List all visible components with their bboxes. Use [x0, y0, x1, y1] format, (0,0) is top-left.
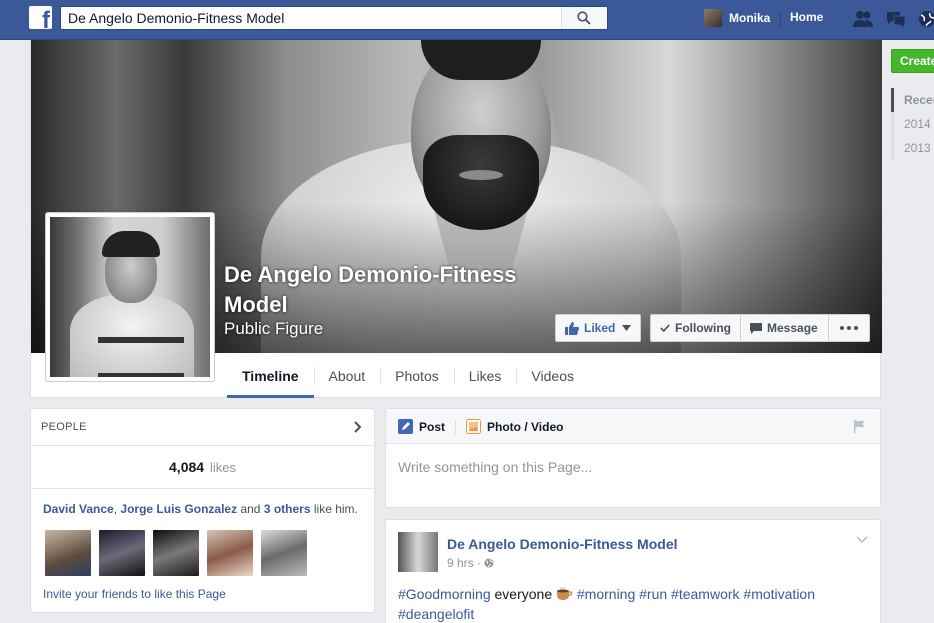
search-input[interactable] — [61, 7, 561, 29]
post-timestamp[interactable]: 9 hrs — [447, 556, 474, 570]
photo-icon — [466, 419, 481, 434]
friend-thumbnails — [45, 530, 315, 576]
search-box — [60, 6, 608, 30]
friend-avatar[interactable] — [261, 530, 307, 576]
chevron-down-icon[interactable] — [856, 536, 868, 544]
likes-number: 4,084 — [169, 459, 205, 475]
separator-comma: , — [113, 502, 118, 516]
profile-figure-cap — [102, 231, 160, 257]
likes-word: likes — [209, 460, 236, 475]
hashtag-link[interactable]: #deangelofit — [398, 606, 474, 622]
page-category: Public Figure — [224, 319, 324, 338]
message-label: Message — [767, 321, 818, 335]
meta-dot: · — [476, 556, 481, 570]
globe-icon[interactable] — [484, 558, 494, 568]
avatar — [704, 9, 722, 27]
friend-avatar[interactable] — [45, 530, 91, 576]
people-header[interactable]: PEOPLE — [31, 409, 374, 446]
profile-picture[interactable] — [45, 212, 215, 382]
tab-timeline[interactable]: Timeline — [227, 353, 314, 398]
post-composer: Post Photo / Video Write something on th… — [385, 408, 881, 508]
facebook-logo-icon[interactable]: f — [29, 6, 52, 29]
like-him-text: like him. — [313, 502, 358, 516]
chevron-right-icon[interactable] — [354, 421, 362, 433]
friends-who-like: David Vance, Jorge Luis Gonzalez and 3 o… — [31, 489, 374, 516]
composer-tab-photo-video[interactable]: Photo / Video — [466, 419, 563, 434]
messages-icon[interactable] — [885, 9, 907, 29]
liked-label: Liked — [584, 321, 616, 335]
top-user-name: Monika — [729, 11, 771, 25]
friend-avatar[interactable] — [153, 530, 199, 576]
search-icon — [577, 11, 591, 25]
page-header: De Angelo Demonio-Fitness Model Public F… — [30, 40, 882, 398]
page-title[interactable]: De Angelo Demonio-Fitness Model — [224, 260, 584, 320]
year-item-recent[interactable]: Recent — [891, 88, 934, 112]
and-text: and — [240, 502, 261, 516]
hashtag-link[interactable]: #Goodmorning — [398, 586, 491, 602]
composer-tabs: Post Photo / Video — [386, 409, 880, 444]
post-author-link[interactable]: De Angelo Demonio-Fitness Model — [447, 536, 678, 552]
thumbs-up-icon — [565, 321, 579, 335]
home-link[interactable]: Home — [790, 10, 823, 24]
timeline-year-nav: Recent 2014 2013 — [891, 88, 934, 160]
friend-requests-icon[interactable] — [852, 9, 874, 29]
tab-videos[interactable]: Videos — [516, 353, 589, 398]
year-item-2013[interactable]: 2013 — [891, 136, 934, 160]
people-title: PEOPLE — [41, 421, 87, 433]
people-card: PEOPLE 4,084 likes David Vance, Jorge Lu… — [30, 408, 375, 613]
more-dots-icon — [840, 326, 858, 330]
caret-down-icon — [622, 325, 632, 331]
year-item-2014[interactable]: 2014 — [891, 112, 934, 136]
post-text-plain: everyone — [490, 586, 556, 602]
top-user-link[interactable]: Monika — [704, 9, 770, 27]
profile-picture-image — [50, 217, 210, 377]
message-button[interactable]: Message — [740, 314, 829, 342]
feed-post: De Angelo Demonio-Fitness Model 9 hrs · … — [385, 519, 881, 623]
others-link[interactable]: 3 others — [264, 502, 311, 516]
search-button[interactable] — [561, 7, 607, 29]
post-text: #Goodmorning everyone #morning #run #tea… — [398, 584, 868, 623]
post-meta: 9 hrs · — [447, 556, 494, 570]
liked-button[interactable]: Liked — [555, 314, 642, 342]
cover-figure-mouth — [459, 170, 503, 180]
composer-tab-photo-label: Photo / Video — [487, 419, 564, 434]
notifications-globe-icon[interactable] — [916, 9, 934, 29]
divider — [455, 420, 456, 434]
pencil-icon — [398, 419, 413, 434]
invite-friends-link[interactable]: Invite your friends to like this Page — [43, 587, 226, 601]
coffee-emoji-icon — [557, 586, 573, 600]
composer-input[interactable]: Write something on this Page... — [398, 459, 592, 475]
message-icon — [750, 322, 762, 334]
friend-avatar[interactable] — [99, 530, 145, 576]
tab-about[interactable]: About — [313, 353, 381, 398]
page-tabs: Timeline About Photos Likes Videos — [227, 353, 589, 398]
friend-link-1[interactable]: David Vance — [43, 502, 114, 516]
hashtag-links[interactable]: #morning #run #teamwork #motivation — [573, 586, 815, 602]
tab-likes[interactable]: Likes — [453, 353, 517, 398]
following-label: Following — [675, 321, 731, 335]
composer-tab-post-label: Post — [419, 419, 446, 434]
post-author-avatar[interactable] — [398, 532, 438, 572]
following-button[interactable]: Following — [650, 314, 741, 342]
create-page-button[interactable]: Create — [891, 49, 934, 73]
friend-avatar[interactable] — [207, 530, 253, 576]
profile-figure-chair — [98, 337, 184, 377]
top-navigation-bar: f Monika Home — [0, 0, 934, 40]
checkmark-icon — [660, 324, 670, 333]
tab-photos[interactable]: Photos — [380, 353, 454, 398]
more-options-button[interactable] — [828, 314, 870, 342]
divider — [780, 11, 781, 27]
composer-tab-post[interactable]: Post — [398, 419, 445, 434]
likes-count: 4,084 likes — [31, 446, 374, 489]
friend-link-2[interactable]: Jorge Luis Gonzalez — [120, 502, 237, 516]
flag-icon[interactable] — [853, 420, 866, 433]
